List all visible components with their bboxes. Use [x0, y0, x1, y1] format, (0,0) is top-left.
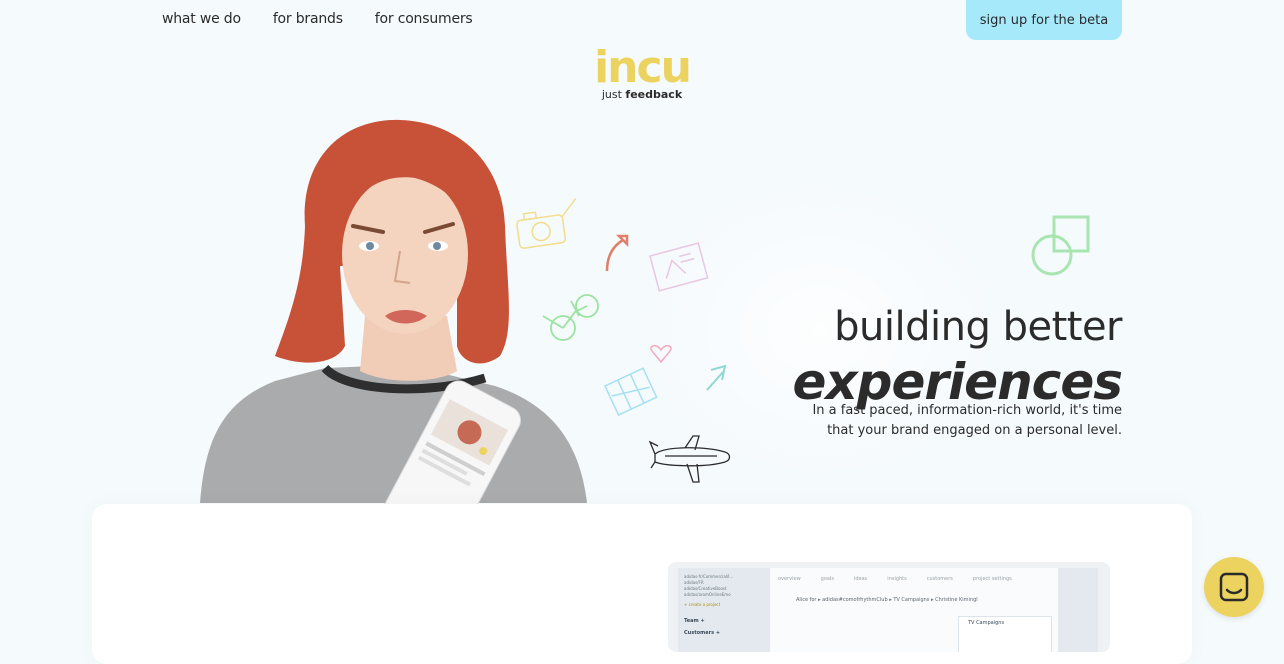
hero-subcopy: In a fast paced, information-rich world,… [812, 403, 1122, 438]
preview-tab: insights [887, 576, 907, 582]
preview-team-label: Team + [684, 618, 705, 624]
arrow-doodle-red [605, 234, 629, 272]
chat-icon [1219, 572, 1249, 602]
preview-tab: ideas [853, 576, 868, 582]
main-nav: what we do for brands for consumers [162, 11, 473, 27]
app-preview-screenshot: overview goals ideas insights customers … [668, 562, 1110, 652]
chat-launcher-button[interactable] [1204, 557, 1264, 617]
nav-for-brands[interactable]: for brands [273, 11, 343, 27]
bicycle-doodle [542, 294, 599, 341]
nav-what-we-do[interactable]: what we do [162, 11, 241, 27]
preview-side-link: + create a project [684, 602, 721, 607]
preview-tab: goals [820, 576, 834, 582]
hero-headline-line1: building better [834, 303, 1122, 350]
preview-tabs: overview goals ideas insights customers … [778, 576, 1012, 582]
preview-right-panel [1058, 568, 1098, 652]
camera-doodle [516, 197, 577, 249]
logo[interactable]: incu just feedback [592, 42, 692, 102]
preview-customers-label: Customers + [684, 630, 721, 636]
preview-breadcrumb: Alice for ▸ adidas#comofrhythmClub ▸ TV … [796, 597, 978, 603]
nav-for-consumers[interactable]: for consumers [375, 11, 473, 27]
preview-side-item: adidas/aromOnlineEmo [684, 592, 731, 597]
heart-doodle [650, 344, 672, 364]
signup-beta-button[interactable]: sign up for the beta [966, 0, 1122, 40]
map-doodle [604, 367, 658, 416]
postcard-doodle [649, 242, 709, 292]
preview-tab: customers [926, 576, 953, 582]
logo-wordmark: incu [594, 42, 692, 93]
face [342, 174, 468, 334]
preview-side-list: adidas-fr/Commercial/I... adidas/FR adid… [684, 574, 733, 608]
logo-tagline-bold: feedback [625, 88, 683, 101]
hero-illustration [200, 119, 731, 506]
arrow-doodle-teal [706, 364, 727, 391]
overlapping-shapes-icon [1031, 215, 1090, 276]
logo-tagline: just feedback [592, 88, 692, 101]
preview-card-title: TV Campaigns [968, 620, 1005, 626]
preview-tab: overview [778, 576, 801, 582]
logo-tagline-prefix: just [601, 88, 622, 101]
airplane-doodle [648, 435, 731, 483]
preview-tab: project settings [972, 576, 1012, 582]
